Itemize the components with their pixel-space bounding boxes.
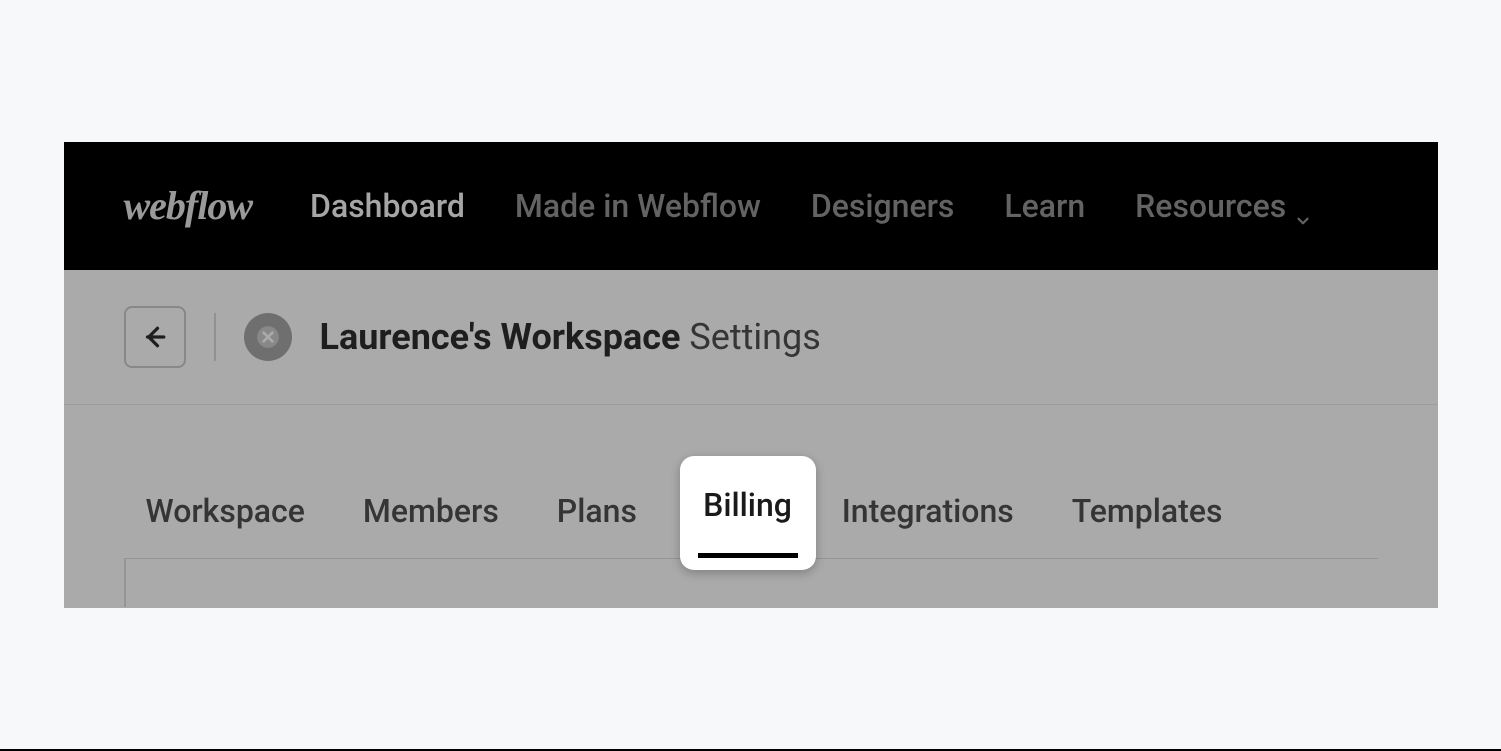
tab-workspace[interactable]: Workspace — [144, 465, 307, 558]
app-screenshot: webflow Dashboard Made in Webflow Design… — [64, 142, 1438, 608]
arrow-left-icon — [140, 322, 170, 352]
tab-billing-label: Billing — [703, 486, 792, 524]
vertical-divider — [214, 313, 216, 361]
page-name: Settings — [689, 316, 820, 358]
brand-logo[interactable]: webflow — [124, 182, 253, 229]
top-nav: webflow Dashboard Made in Webflow Design… — [64, 142, 1438, 270]
tab-templates[interactable]: Templates — [1070, 465, 1225, 558]
workspace-icon — [244, 313, 292, 361]
page-subheader: Laurence's Workspace Settings — [64, 270, 1438, 405]
workspace-name: Laurence's Workspace — [320, 316, 681, 358]
back-button[interactable] — [124, 306, 186, 368]
nav-dashboard[interactable]: Dashboard — [310, 187, 465, 225]
nav-resources-label: Resources — [1135, 187, 1286, 225]
tab-integrations[interactable]: Integrations — [840, 465, 1016, 558]
tab-plans[interactable]: Plans — [555, 465, 639, 558]
chevron-down-icon — [1294, 200, 1312, 218]
nav-resources[interactable]: Resources — [1135, 187, 1312, 225]
tab-active-underline — [698, 553, 798, 558]
tab-members[interactable]: Members — [361, 465, 501, 558]
nav-designers[interactable]: Designers — [811, 187, 955, 225]
nav-learn[interactable]: Learn — [1004, 187, 1085, 225]
tab-billing[interactable]: Billing — [680, 456, 816, 570]
page-title: Laurence's Workspace Settings — [320, 316, 821, 358]
nav-made-in-webflow[interactable]: Made in Webflow — [515, 187, 761, 225]
circle-x-icon — [255, 324, 281, 350]
